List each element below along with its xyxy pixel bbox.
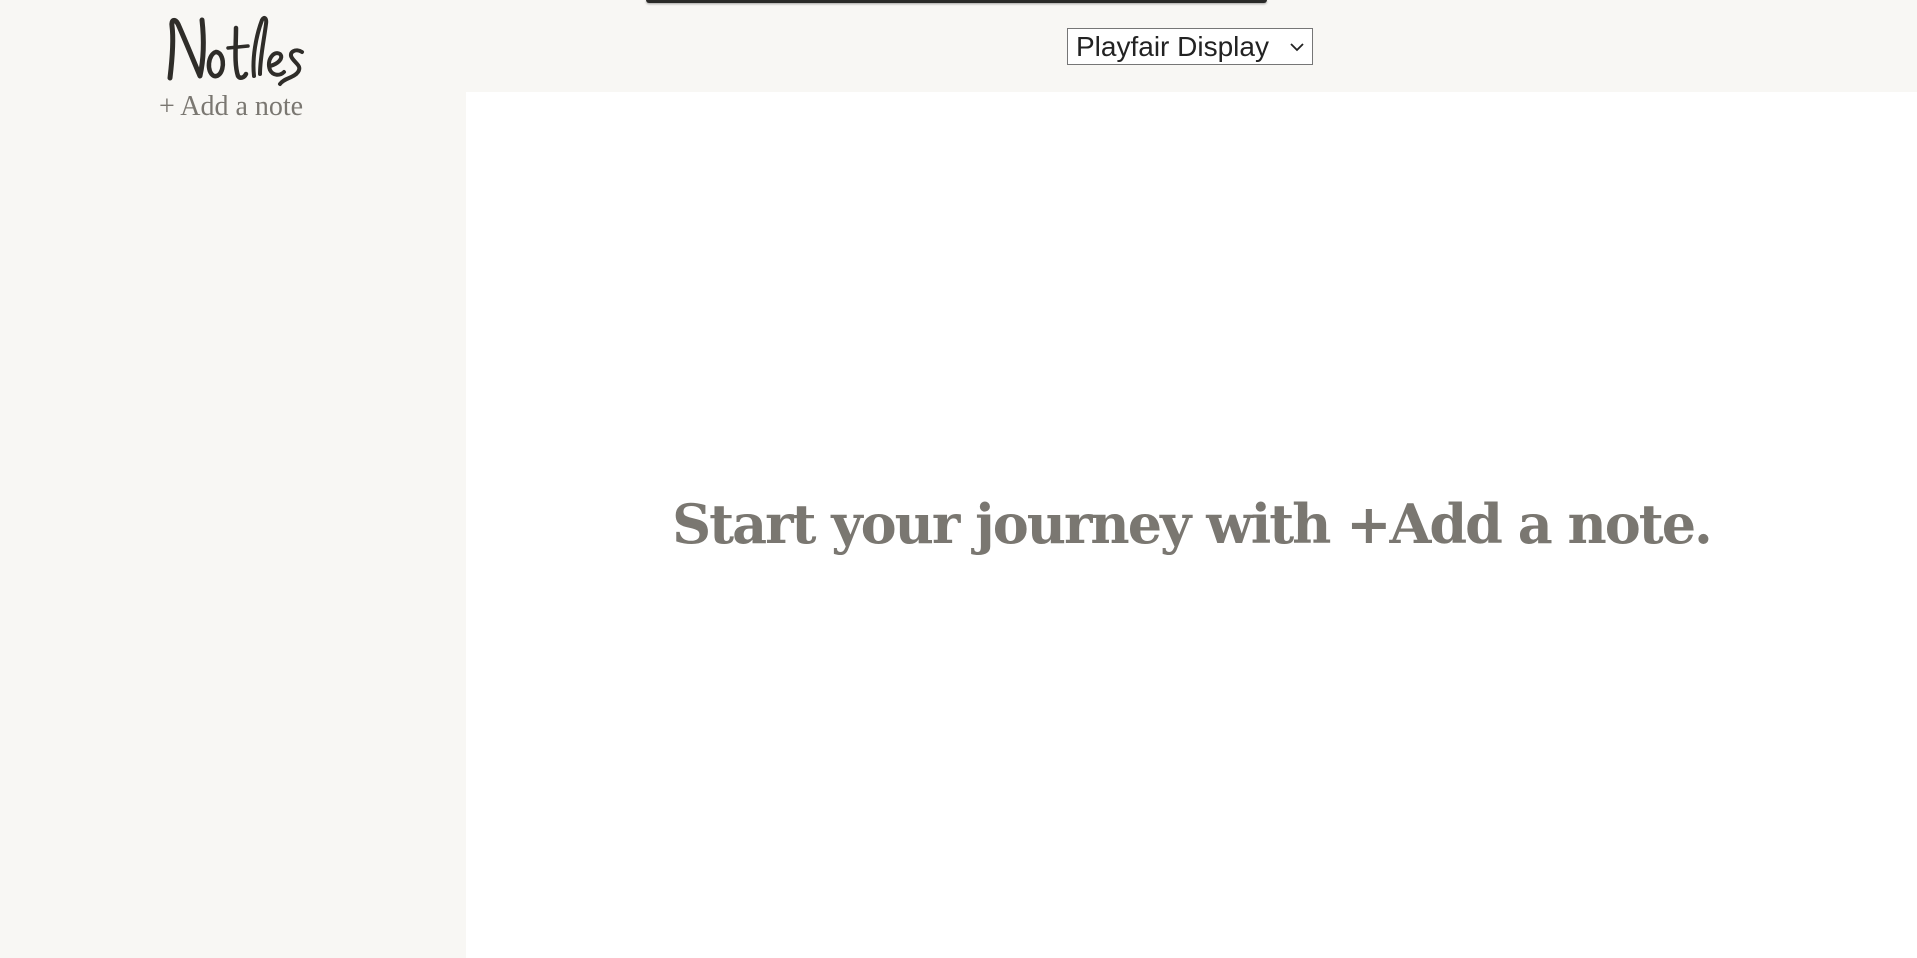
notes-logo (160, 6, 310, 94)
note-editor-pane: Start your journey with +Add a note. (466, 92, 1917, 958)
chevron-down-icon (1288, 41, 1306, 53)
add-note-button[interactable]: + Add a note (159, 89, 303, 125)
font-select-value: Playfair Display (1076, 30, 1269, 62)
notes-logo-script (167, 15, 304, 86)
font-family-select[interactable]: Playfair Display (1067, 28, 1313, 65)
notes-app: + Add a note Playfair Display Start your… (0, 0, 1917, 958)
window-top-handle (646, 0, 1267, 3)
empty-state-message: Start your journey with +Add a note. (672, 492, 1713, 556)
